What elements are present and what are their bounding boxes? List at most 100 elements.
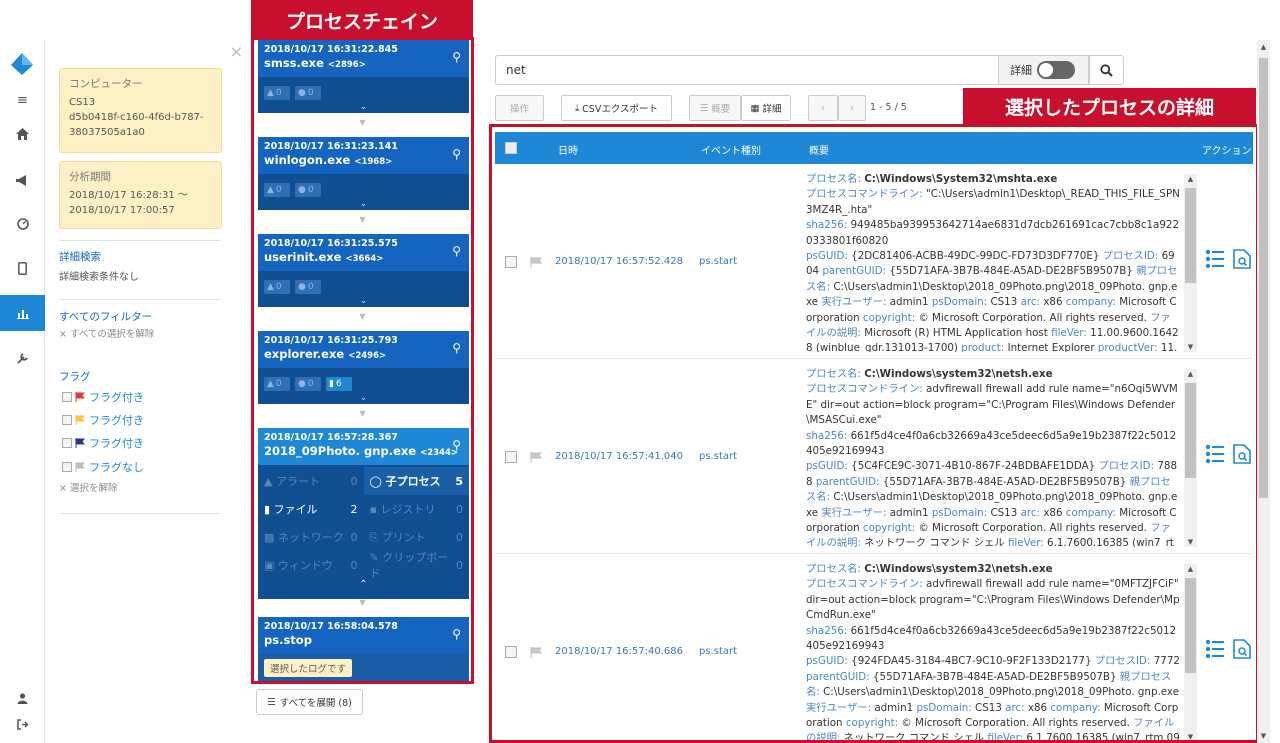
alert-count-chip[interactable]: ▲ 0: [264, 377, 290, 391]
field-key: arc:: [1020, 296, 1041, 309]
file-detail-icon[interactable]: [1233, 639, 1251, 659]
flag-filter-none[interactable]: フラグなし: [62, 459, 144, 475]
process-tree-icon[interactable]: [1205, 444, 1225, 464]
window-cell[interactable]: ▣ ウィンドウ 0: [258, 551, 364, 579]
summary-scrollbar[interactable]: ▲ ▼: [1184, 564, 1197, 740]
process-tree-icon[interactable]: [1205, 249, 1225, 269]
flag-icon[interactable]: [530, 257, 542, 268]
file-cell[interactable]: ▮ ファイル 2: [258, 495, 364, 523]
summary-scrollbar[interactable]: ▲ ▼: [1184, 369, 1197, 547]
flag-filter-yellow[interactable]: フラグ付き: [62, 412, 144, 428]
detail-toggle-label: 詳細: [1010, 64, 1032, 77]
chart-icon[interactable]: [0, 295, 45, 331]
detail-view-button[interactable]: ▦ 詳細: [741, 95, 791, 121]
process-card-smss[interactable]: 2018/10/17 16:31:22.845 smss.exe <2896> ⚲ …: [258, 40, 469, 113]
field-value: C:\Windows\system32\netsh.exe: [864, 368, 1053, 380]
search-icon[interactable]: ⚲: [452, 50, 461, 64]
operations-button[interactable]: 操作: [495, 95, 544, 121]
grid-icon: ▦: [750, 102, 760, 114]
file-count-chip[interactable]: ▮ 6: [326, 377, 352, 391]
row-date[interactable]: 2018/10/17 16:57:41.040: [555, 451, 683, 462]
csv-export-label: CSVエクスポート: [582, 104, 659, 115]
clear-all-filters-link[interactable]: × すべての選択を解除: [59, 326, 154, 340]
process-card-ps-stop[interactable]: 2018/10/17 16:58:04.578 ps.stop ⚲ 選択したログです: [258, 617, 469, 681]
row-checkbox[interactable]: [505, 256, 517, 268]
process-tree-icon[interactable]: [1205, 639, 1225, 659]
chevron-down-icon[interactable]: ⌄: [258, 199, 469, 209]
clear-flags-link[interactable]: × 選択を解除: [59, 480, 117, 494]
alert-count-chip[interactable]: ▲ 0: [264, 183, 290, 197]
process-name: ps.stop: [264, 633, 312, 647]
flag-icon[interactable]: [530, 647, 542, 658]
row-checkbox[interactable]: [505, 646, 517, 658]
search-input[interactable]: net: [495, 55, 999, 85]
toggle-switch[interactable]: [1037, 61, 1075, 79]
file-detail-icon[interactable]: [1233, 249, 1251, 269]
child-count-chip[interactable]: ● 0: [295, 377, 321, 391]
print-cell[interactable]: ⎘ プリント 0: [364, 523, 470, 551]
detail-toggle[interactable]: 詳細: [999, 55, 1089, 85]
period-card: 分析期間 2018/10/17 16:28:31 〜 2018/10/17 17…: [59, 161, 222, 229]
home-icon[interactable]: [0, 116, 45, 152]
summary-scrollbar[interactable]: ▲ ▼: [1184, 174, 1197, 352]
alert-cell[interactable]: ▲ アラート 0: [258, 467, 364, 495]
megaphone-icon[interactable]: [0, 162, 45, 198]
menu-icon[interactable]: ≡: [0, 82, 45, 118]
logout-icon[interactable]: [0, 706, 45, 742]
process-card-selected[interactable]: 2018/10/17 16:57:28.367 2018_09Photo. gnp…: [258, 428, 469, 599]
field-key: プロセスコマンドライン:: [806, 383, 923, 396]
search-icon[interactable]: ⚲: [452, 627, 461, 641]
page-scrollbar[interactable]: ▲ ▼: [1257, 40, 1270, 743]
col-event[interactable]: イベント種別: [701, 142, 761, 157]
field-key: プロセスID:: [1094, 655, 1151, 668]
network-cell[interactable]: ▩ ネットワーク 0: [258, 523, 364, 551]
clipboard-cell[interactable]: ✎ クリップボード 0: [364, 551, 470, 580]
chevron-up-icon[interactable]: ⌃: [258, 579, 469, 597]
search-icon[interactable]: ⚲: [452, 341, 461, 355]
child-count-chip[interactable]: ● 0: [295, 183, 321, 197]
row-date[interactable]: 2018/10/17 16:57:40.686: [555, 646, 683, 657]
file-detail-icon[interactable]: [1233, 444, 1251, 464]
csv-export-button[interactable]: ⤓ CSVエクスポート: [561, 95, 672, 121]
row-checkbox[interactable]: [505, 451, 517, 463]
registry-cell[interactable]: ▪ レジストリ 0: [364, 495, 470, 523]
child-process-cell[interactable]: ◯ 子プロセス 5: [363, 467, 469, 495]
flag-filter-red[interactable]: フラグ付き: [62, 389, 144, 405]
process-card-winlogon[interactable]: 2018/10/17 16:31:23.141 winlogon.exe <196…: [258, 137, 469, 210]
search-icon[interactable]: ⚲: [452, 438, 461, 452]
child-count-chip[interactable]: ● 0: [295, 86, 321, 100]
field-value: admin1: [889, 296, 929, 309]
field-value: CS13: [990, 296, 1018, 309]
field-value: Internet Explorer: [1007, 342, 1095, 352]
process-detail-banner: 選択したプロセスの詳細: [963, 88, 1256, 125]
child-count-chip[interactable]: ● 0: [295, 280, 321, 294]
search-icon[interactable]: ⚲: [452, 244, 461, 258]
chevron-down-icon[interactable]: ⌄: [258, 296, 469, 306]
summary-view-button[interactable]: ☰ 概要: [689, 95, 741, 121]
flag-filter-blue[interactable]: フラグ付き: [62, 435, 144, 451]
mobile-icon[interactable]: [0, 250, 45, 286]
search-button[interactable]: [1089, 55, 1124, 85]
chevron-down-icon[interactable]: ⌄: [258, 102, 469, 112]
process-card-userinit[interactable]: 2018/10/17 16:31:25.575 userinit.exe <366…: [258, 234, 469, 307]
search-icon[interactable]: ⚲: [452, 147, 461, 161]
field-key: company:: [1065, 296, 1116, 309]
expand-all-button[interactable]: ☰ すべてを展開 (8): [256, 689, 363, 715]
field-key: プロセス名:: [806, 563, 861, 575]
row-date[interactable]: 2018/10/17 16:57:52.428: [555, 256, 683, 267]
alert-count-chip[interactable]: ▲ 0: [264, 86, 290, 100]
process-card-explorer[interactable]: 2018/10/17 16:31:25.793 explorer.exe <249…: [258, 331, 469, 404]
col-date[interactable]: 日時: [558, 142, 578, 157]
detail-search-value: 詳細検索条件なし: [59, 272, 139, 283]
flag-icon[interactable]: [530, 452, 542, 463]
chevron-down-icon[interactable]: ⌄: [258, 393, 469, 403]
prev-page-button[interactable]: ‹: [808, 95, 838, 121]
list-icon: ☰: [699, 102, 709, 114]
select-all-checkbox[interactable]: [505, 142, 517, 154]
process-name: 2018_09Photo. gnp.exe: [264, 444, 417, 458]
dashboard-icon[interactable]: [0, 206, 45, 242]
next-page-button[interactable]: ›: [838, 95, 866, 121]
alert-count-chip[interactable]: ▲ 0: [264, 280, 290, 294]
wrench-icon[interactable]: [0, 340, 45, 376]
close-icon[interactable]: ×: [230, 42, 243, 61]
